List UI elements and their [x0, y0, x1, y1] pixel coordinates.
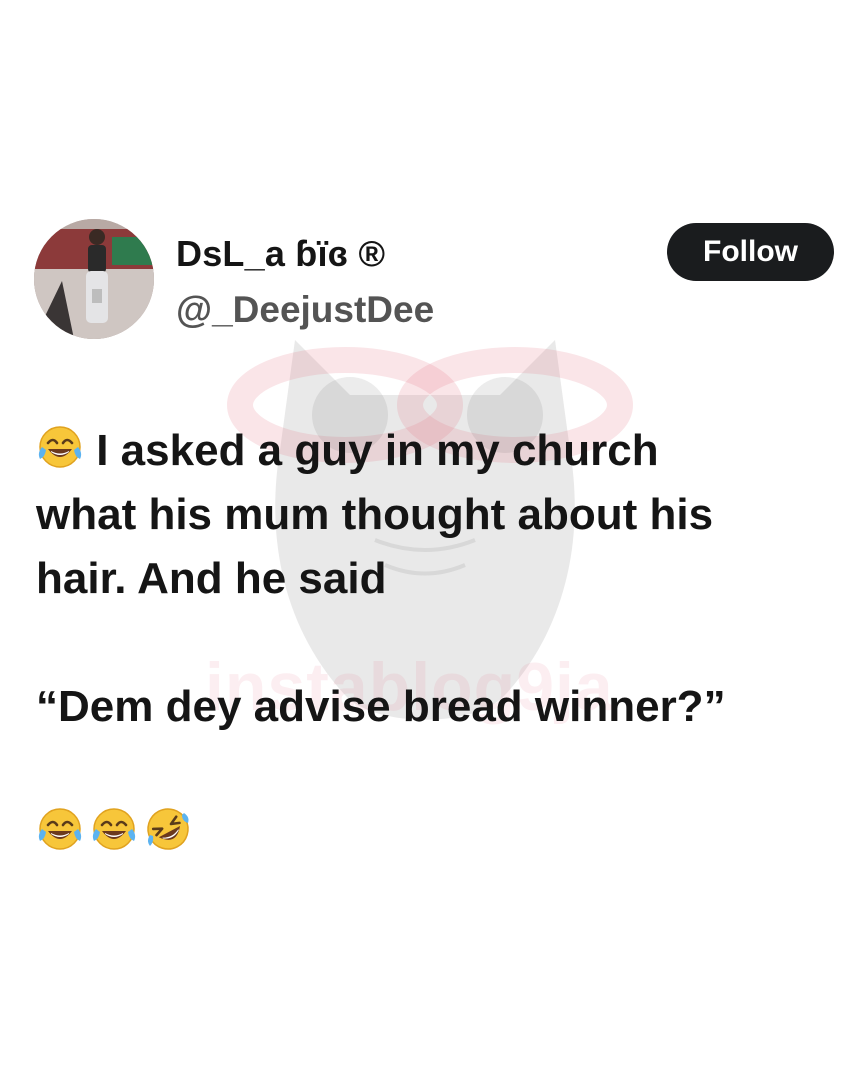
rolling-on-the-floor-laughing-icon [144, 805, 192, 853]
tweet-body: I asked a guy in my church what his mum … [36, 419, 836, 867]
emoji-row [36, 803, 836, 867]
tweet-line-3: hair. And he said [36, 554, 387, 603]
face-with-tears-of-joy-icon [36, 423, 84, 471]
tweet-text: I asked a guy in my church what his mum … [36, 419, 836, 611]
tweet-line-1: I asked a guy in my church [96, 426, 659, 475]
display-name: DsL_a ɓïɞ ® [176, 233, 386, 274]
follow-button[interactable]: Follow [667, 223, 834, 281]
tweet-screenshot: instablog9ja DsL_a ɓïɞ ® @_DeejustDee Fo… [0, 0, 866, 1080]
tweet-quote: “Dem dey advise bread winner?” [36, 675, 836, 739]
quote-text: “Dem dey advise bread winner?” [36, 682, 726, 731]
tweet-header: DsL_a ɓïɞ ® @_DeejustDee Follow [34, 219, 834, 343]
profile-photo-icon [34, 219, 154, 339]
avatar[interactable] [34, 219, 154, 339]
tweet-line-2: what his mum thought about his [36, 490, 714, 539]
face-with-tears-of-joy-icon [36, 805, 84, 853]
face-with-tears-of-joy-icon [90, 805, 138, 853]
user-handle: @_DeejustDee [176, 289, 435, 330]
